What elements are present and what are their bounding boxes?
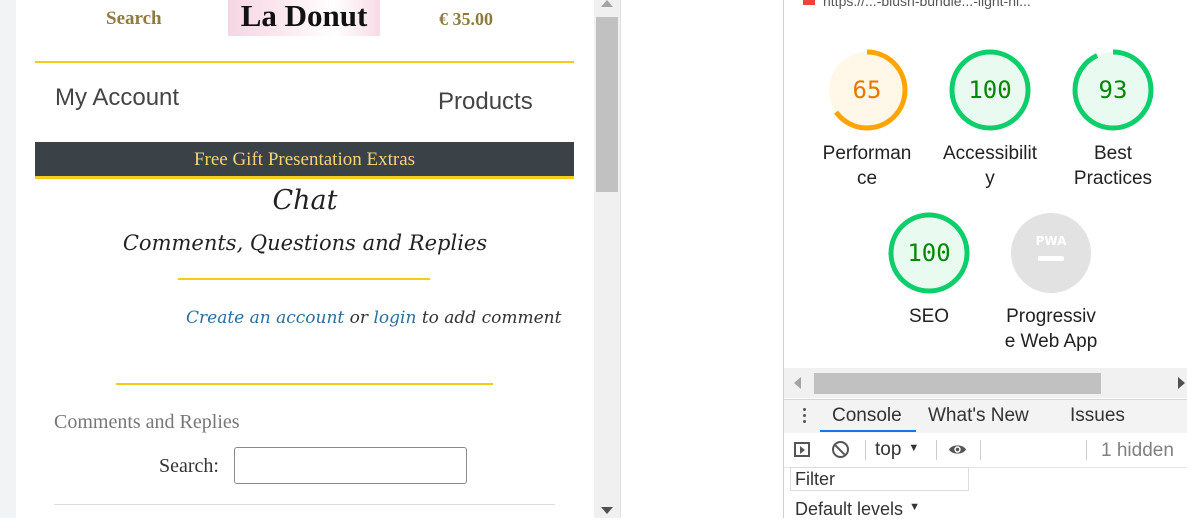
report-url-bar: https://...-blush-bundle...-light-hi... (784, 0, 1187, 9)
log-levels-label: Default levels (795, 499, 904, 519)
chat-subtitle: Comments, Questions and Replies (122, 231, 488, 255)
page-scroll-thumb[interactable] (596, 17, 618, 192)
nav-products[interactable]: Products (438, 88, 533, 116)
tab-whats-new[interactable]: What's New (928, 405, 1029, 427)
caret-down-icon: ▼ (908, 442, 920, 454)
console-filter-input[interactable] (795, 469, 965, 489)
scroll-up-arrow-icon[interactable] (601, 0, 613, 7)
cart-price[interactable]: € 35.00 (439, 9, 493, 30)
chat-divider (178, 278, 430, 280)
gauge-label[interactable]: SEO (869, 304, 989, 329)
web-page-viewport: Search La Donut € 35.00 My Account Produ… (16, 0, 594, 518)
nav-my-account[interactable]: My Account (55, 84, 179, 112)
caret-down-icon: ▼ (909, 501, 920, 513)
score-gauge-accessibility[interactable]: 100 (948, 48, 1032, 132)
window-left-gutter (0, 0, 16, 518)
to-add-comment-text: to add comment (421, 308, 562, 328)
comments-title: Comments and Replies (54, 411, 240, 433)
context-value: top (875, 439, 902, 460)
scroll-down-arrow-icon[interactable] (601, 507, 613, 514)
toolbar-separator (980, 440, 981, 460)
or-text: or (349, 308, 369, 328)
scroll-right-arrow-icon[interactable] (1178, 377, 1185, 389)
gauge-label[interactable]: Best Practices (1053, 141, 1173, 191)
toolbar-separator (936, 440, 937, 460)
comments-search-input[interactable] (234, 447, 467, 484)
context-selector[interactable]: top ▼ (875, 439, 919, 461)
gauge-score: PWA (1035, 234, 1067, 248)
gauge-score: 65 (852, 76, 882, 104)
header-divider (35, 61, 574, 63)
console-toolbar: top ▼ 1 hidden (784, 433, 1187, 468)
chat-title: Chat (272, 185, 338, 216)
score-gauge-seo[interactable]: 100 (887, 211, 971, 295)
create-account-link[interactable]: Create an account (186, 308, 344, 328)
promo-banner[interactable]: Free Gift Presentation Extras (35, 142, 574, 179)
report-scroll-thumb[interactable] (814, 373, 1101, 394)
tab-issues[interactable]: Issues (1070, 405, 1125, 427)
clear-console-icon[interactable] (832, 441, 849, 458)
report-url: https://...-blush-bundle...-light-hi... (823, 0, 1031, 9)
site-logo-text: La Donut (240, 0, 368, 33)
report-horizontal-scrollbar[interactable] (784, 368, 1187, 398)
tab-console[interactable]: Console (832, 405, 902, 427)
log-levels-dropdown[interactable]: Default levels ▼ (795, 499, 920, 520)
score-gauge-progressive-web-app[interactable]: PWA (1009, 211, 1093, 295)
gauge-score: 100 (968, 76, 1012, 104)
login-prompt: Create an account or login to add commen… (186, 308, 561, 328)
header-search-link[interactable]: Search (106, 8, 162, 30)
comments-search-label: Search: (159, 455, 219, 477)
console-filter[interactable] (790, 467, 969, 491)
show-sidebar-icon[interactable] (794, 442, 810, 457)
site-logo[interactable]: La Donut (228, 0, 380, 36)
gauge-score: 100 (907, 239, 951, 267)
hidden-messages-count[interactable]: 1 hidden (1101, 440, 1174, 462)
comments-divider (116, 383, 493, 385)
toolbar-separator (1086, 440, 1087, 460)
more-options-icon[interactable] (803, 408, 807, 426)
score-gauge-performance[interactable]: 65 (825, 48, 909, 132)
lighthouse-report: https://...-blush-bundle...-light-hi... … (784, 0, 1187, 368)
scroll-left-arrow-icon[interactable] (794, 377, 801, 389)
live-expression-eye-icon[interactable] (948, 443, 967, 456)
gauge-label[interactable]: Progressiv e Web App (991, 304, 1111, 354)
drawer-tab-bar: Console What's New Issues (784, 399, 1187, 434)
page-vertical-scrollbar[interactable] (594, 0, 620, 518)
active-tab-indicator (820, 430, 916, 432)
gauge-label[interactable]: Accessibilit y (930, 141, 1050, 191)
gauge-score: 93 (1098, 76, 1128, 104)
score-gauge-best-practices[interactable]: 93 (1071, 48, 1155, 132)
devtools-empty-pane (620, 0, 785, 518)
login-link[interactable]: login (373, 308, 416, 328)
toolbar-separator (865, 440, 866, 460)
gauge-label[interactable]: Performan ce (807, 141, 927, 191)
comments-rule (54, 504, 555, 505)
warning-icon (803, 0, 815, 5)
